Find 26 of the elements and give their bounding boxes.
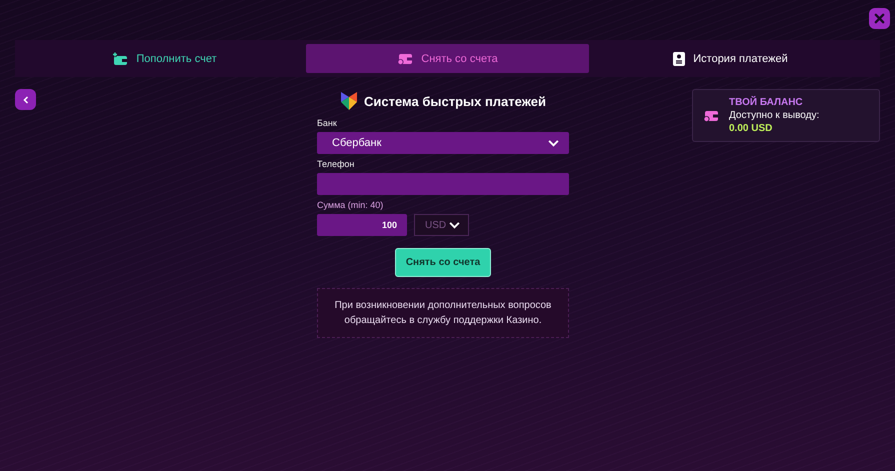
balance-amount: 0.00 USD — [729, 123, 774, 134]
chevron-left-icon — [22, 96, 28, 104]
triangle-logo-icon — [340, 91, 358, 111]
withdraw-button[interactable]: Снять со счета — [394, 248, 492, 277]
close-button[interactable] — [869, 8, 890, 29]
back-button[interactable] — [15, 89, 36, 110]
wallet-plus-icon — [112, 52, 128, 66]
phone-label: Телефон — [317, 159, 356, 169]
close-icon — [874, 13, 885, 24]
tab[interactable]: История платежей — [589, 44, 872, 73]
chevron-down-icon — [548, 140, 559, 146]
receipt-icon — [673, 52, 686, 66]
bank-select[interactable]: Сбербанк — [317, 132, 569, 154]
amount-field[interactable]: 100 — [317, 214, 407, 236]
phone-field[interactable] — [317, 173, 569, 195]
wallet-icon — [703, 108, 719, 122]
support-note: При возникновении дополнительных вопросов обращайтесь в службу поддержки Казино. — [317, 288, 569, 338]
tab[interactable]: Пополнить счет — [23, 44, 306, 73]
bank-label: Банк — [317, 118, 338, 128]
wallet-icon — [397, 52, 414, 66]
balance-title: ТВОЙ БАЛАНС — [729, 97, 804, 108]
balance-label: Доступно к выводу: — [729, 110, 820, 121]
tab[interactable]: Снять со счета — [306, 44, 589, 73]
amount-label: Сумма (min: 40) — [317, 200, 384, 210]
form-title: Система быстрых платежей — [364, 94, 546, 108]
chevron-down-icon — [449, 222, 460, 228]
